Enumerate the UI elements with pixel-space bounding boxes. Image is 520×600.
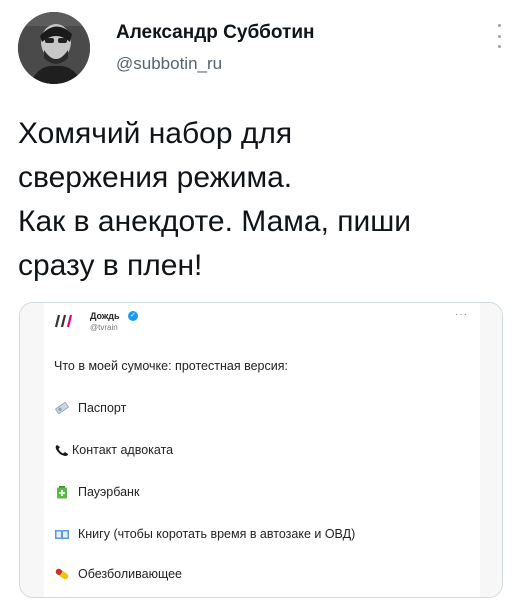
dot-icon bbox=[497, 34, 501, 38]
tweet-text-line: Хомячий набор для bbox=[18, 117, 293, 150]
author-handle[interactable]: @subbotin_ru bbox=[116, 54, 222, 74]
embedded-tweet: Дождь ✓ @tvrain ··· Что в моей сумочке: … bbox=[44, 303, 480, 597]
dot-icon bbox=[497, 24, 501, 27]
tweet-text-line: Как в анекдоте. Мама, пиши bbox=[18, 205, 412, 238]
list-item: Пауэрбанк bbox=[54, 483, 139, 501]
book-icon bbox=[55, 530, 69, 540]
author-name[interactable]: Александр Субботин bbox=[116, 22, 315, 44]
list-item: Паспорт bbox=[54, 399, 126, 417]
image-margin bbox=[480, 303, 502, 597]
passport-icon bbox=[55, 402, 69, 414]
pill-icon bbox=[55, 568, 69, 580]
embedded-account-handle: @tvrain bbox=[90, 323, 118, 332]
embedded-screenshot[interactable]: Дождь ✓ @tvrain ··· Что в моей сумочке: … bbox=[19, 302, 503, 598]
list-item-label: Книгу (чтобы коротать время в автозаке и… bbox=[78, 527, 356, 541]
phone-icon bbox=[55, 445, 68, 456]
more-options-button[interactable] bbox=[494, 24, 504, 48]
list-item-label: Паспорт bbox=[78, 401, 127, 415]
embedded-more-icon: ··· bbox=[455, 309, 468, 320]
battery-icon bbox=[57, 486, 67, 499]
list-item: Контакт адвоката bbox=[54, 441, 173, 459]
dot-icon bbox=[497, 45, 501, 48]
list-item: Обезболивающее bbox=[54, 565, 182, 583]
tweet-text-line: сразу в плен! bbox=[18, 249, 203, 282]
list-item-label: Контакт адвоката bbox=[72, 443, 174, 457]
verified-icon: ✓ bbox=[128, 311, 138, 321]
list-item-label: Пауэрбанк bbox=[78, 485, 140, 499]
tweet-text-line: свержения режима. bbox=[18, 161, 293, 194]
list-item-label: Обезболивающее bbox=[78, 567, 182, 581]
tweet-text: Хомячий набор для свержения режима. Как … bbox=[18, 112, 508, 288]
image-margin bbox=[20, 303, 44, 597]
list-item: Книгу (чтобы коротать время в автозаке и… bbox=[54, 525, 355, 543]
embedded-tweet-title: Что в моей сумочке: протестная версия: bbox=[54, 359, 288, 373]
embedded-account-name: Дождь bbox=[90, 311, 120, 321]
rain-logo-icon bbox=[54, 314, 73, 328]
avatar[interactable] bbox=[18, 12, 90, 84]
tweet-header: Александр Субботин @subbotin_ru bbox=[18, 12, 508, 86]
